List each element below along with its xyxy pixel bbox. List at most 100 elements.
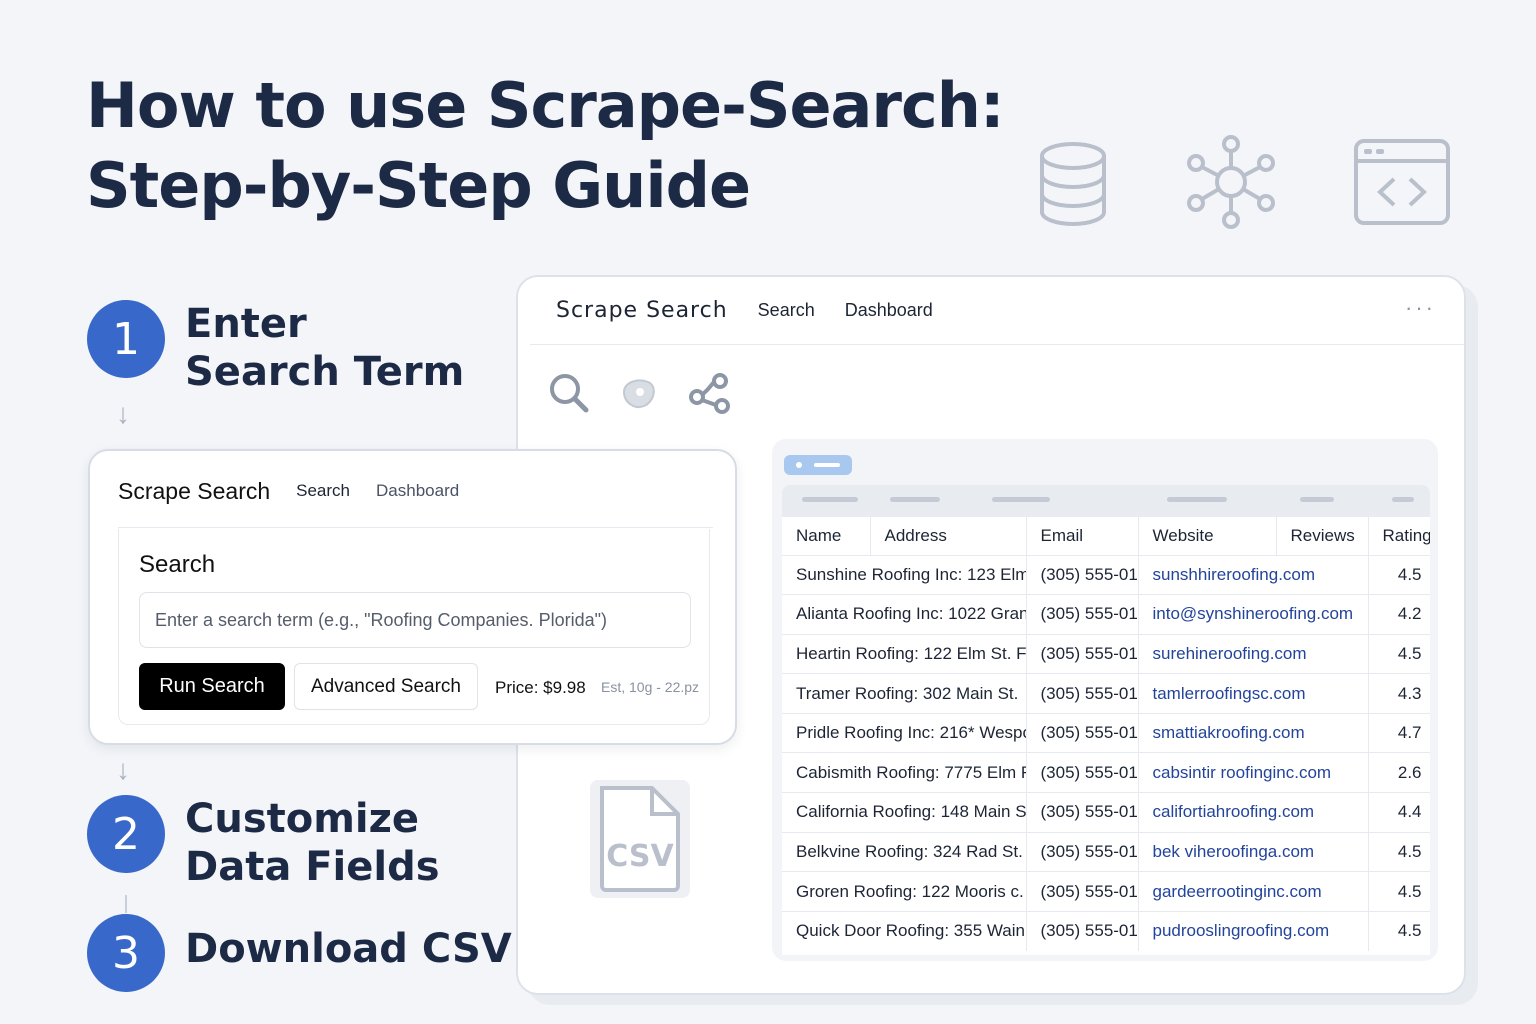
cell-rating: 4.4 — [1368, 792, 1430, 833]
step-1-label: Enter Search Term — [185, 300, 464, 396]
table-row[interactable]: Tramer Roofing: 302 Main St. (305) 555-01… — [782, 673, 1430, 714]
cell-name-address: Belkvine Roofing: 324 Rad St. — [782, 831, 1027, 872]
cell-name-address: California Roofing: 148 Main St. — [782, 792, 1027, 833]
cell-phone: (305) 555-0167 — [1026, 633, 1139, 674]
cell-website[interactable]: surehineroofing.com — [1138, 633, 1369, 674]
cell-rating: 4.3 — [1368, 673, 1430, 714]
main-app-header: Scrape Search Search Dashboard — [530, 277, 1464, 345]
cell-website[interactable]: tamlerroofingsc.com — [1138, 673, 1369, 714]
cell-name-address: Alianta Roofing Inc: 1022 Grand Ave — [782, 594, 1027, 635]
cell-rating: 4.5 — [1368, 910, 1430, 951]
step-2: 2 Customize Data Fields — [87, 795, 440, 891]
table-toolbar-placeholder — [782, 485, 1430, 517]
cell-rating: 4.7 — [1368, 712, 1430, 753]
cell-phone: (305) 555-0156 — [1026, 792, 1139, 833]
cell-name-address: Quick Door Roofing: 355 Wainut — [782, 910, 1027, 951]
cell-rating: 4.5 — [1368, 633, 1430, 674]
arrow-down-icon: ↓ — [116, 754, 130, 785]
cell-phone: (305) 555-0189 — [1026, 673, 1139, 714]
table-row[interactable]: Pridle Roofing Inc: 216* Wesport (305) 55… — [782, 712, 1430, 753]
network-hub-icon — [1187, 135, 1275, 229]
search-app-brand[interactable]: Scrape Search — [118, 478, 270, 505]
more-options-icon[interactable]: ··· — [1405, 295, 1436, 321]
cell-name-address: Tramer Roofing: 302 Main St. — [782, 673, 1027, 714]
search-icon[interactable] — [548, 372, 590, 414]
column-header-address[interactable]: Address — [870, 517, 1027, 555]
price-estimate: Est, 10g - 22.pz — [601, 679, 700, 695]
cell-phone: (305) 555-0178 — [1026, 831, 1139, 872]
step-3: 3 Download CSV — [87, 914, 512, 992]
main-nav-search[interactable]: Search — [758, 300, 815, 321]
column-header-name[interactable]: Name — [782, 517, 871, 555]
step-3-label: Download CSV — [185, 925, 512, 973]
search-app-window: Scrape Search Search Dashboard Search Ru… — [88, 449, 737, 745]
database-icon — [1040, 142, 1106, 226]
results-table-container: Name Address Email Website Reviews Ratin… — [782, 485, 1430, 955]
cell-website[interactable]: smattiakroofing.com — [1138, 712, 1369, 753]
blob-icon[interactable] — [618, 372, 660, 414]
csv-file-icon: CSV — [590, 780, 690, 898]
step-connector — [125, 895, 127, 913]
search-app-nav-search[interactable]: Search — [296, 481, 350, 501]
toolbar — [548, 372, 734, 414]
guide-title-line-1: How to use Scrape-Search: — [86, 69, 1005, 142]
column-header-rating[interactable]: Rating — [1368, 517, 1430, 555]
run-search-button[interactable]: Run Search — [139, 663, 285, 710]
csv-file-label: CSV — [606, 839, 674, 874]
header-divider — [118, 527, 713, 528]
cell-website[interactable]: califortiahroofing.com — [1138, 792, 1369, 833]
cell-website[interactable]: gardeerrootinginc.com — [1138, 871, 1369, 912]
column-header-reviews[interactable]: Reviews — [1276, 517, 1369, 555]
results-table: Name Address Email Website Reviews Ratin… — [782, 517, 1430, 951]
column-header-email[interactable]: Email — [1026, 517, 1139, 555]
cell-phone: (305) 555-0101 — [1026, 910, 1139, 951]
cell-name-address: Heartin Roofing: 122 Elm St. Fl — [782, 633, 1027, 674]
main-nav-dashboard[interactable]: Dashboard — [845, 300, 933, 321]
search-heading: Search — [139, 551, 216, 578]
guide-title-line-2: Step-by-Step Guide — [86, 149, 751, 222]
column-header-website[interactable]: Website — [1138, 517, 1277, 555]
search-app-nav-dashboard[interactable]: Dashboard — [376, 481, 459, 501]
results-panel: Name Address Email Website Reviews Ratin… — [772, 439, 1438, 961]
cell-name-address: Groren Roofing: 122 Mooris c. — [782, 871, 1027, 912]
table-row[interactable]: Groren Roofing: 122 Mooris c. (305) 555-0… — [782, 871, 1430, 912]
table-row[interactable]: Belkvine Roofing: 324 Rad St. (305) 555-0… — [782, 831, 1430, 872]
cell-rating: 2.6 — [1368, 752, 1430, 793]
step-2-number: 2 — [87, 795, 165, 873]
cell-name-address: Pridle Roofing Inc: 216* Wesport — [782, 712, 1027, 753]
cell-website[interactable]: cabsintir roofinginc.com — [1138, 752, 1369, 793]
table-row[interactable]: Heartin Roofing: 122 Elm St. Fl (305) 555… — [782, 633, 1430, 674]
share-icon[interactable] — [688, 372, 734, 414]
cell-website[interactable]: bek viheroofinga.com — [1138, 831, 1369, 872]
cell-rating: 4.2 — [1368, 594, 1430, 635]
step-3-label-line-1: Download CSV — [185, 926, 512, 972]
table-header-row: Name Address Email Website Reviews Ratin… — [782, 517, 1430, 555]
table-row[interactable]: Cabismith Roofing: 7775 Elm Rd (305) 555-… — [782, 752, 1430, 793]
price-label: Price: $9.98 — [495, 678, 586, 697]
table-row[interactable]: California Roofing: 148 Main St. (305) 55… — [782, 792, 1430, 833]
table-row[interactable]: Quick Door Roofing: 355 Wainut (305) 555-… — [782, 910, 1430, 951]
cell-website[interactable]: pudrooslingroofing.com — [1138, 910, 1369, 951]
cell-rating: 4.5 — [1368, 871, 1430, 912]
search-input[interactable] — [139, 592, 691, 648]
cell-phone: (305) 555-0190 — [1026, 871, 1139, 912]
main-app-brand[interactable]: Scrape Search — [556, 298, 728, 323]
results-tab[interactable] — [784, 455, 852, 475]
table-row[interactable]: Alianta Roofing Inc: 1022 Grand Ave(305)… — [782, 594, 1430, 635]
cell-phone: (305) 555-0145 — [1026, 594, 1139, 635]
cell-website[interactable]: into@synshineroofing.com — [1138, 594, 1369, 635]
step-1-label-line-2: Search Term — [185, 349, 465, 395]
table-row[interactable]: Sunshine Roofing Inc: 123 Elm St.(305) 5… — [782, 554, 1430, 595]
cell-phone: (305) 555-0112 — [1026, 712, 1139, 753]
step-1-number: 1 — [87, 300, 165, 378]
step-3-number: 3 — [87, 914, 165, 992]
code-window-icon — [1354, 139, 1450, 225]
arrow-down-icon: ↓ — [116, 398, 130, 429]
step-1: 1 Enter Search Term — [87, 300, 464, 396]
cell-website[interactable]: sunshhireroofing.com — [1138, 554, 1369, 595]
advanced-search-button[interactable]: Advanced Search — [294, 663, 478, 710]
cell-rating: 4.5 — [1368, 831, 1430, 872]
cell-phone: (305) 555-0123 — [1026, 554, 1139, 595]
step-2-label: Customize Data Fields — [185, 795, 440, 891]
cell-rating: 4.5 — [1368, 554, 1430, 595]
